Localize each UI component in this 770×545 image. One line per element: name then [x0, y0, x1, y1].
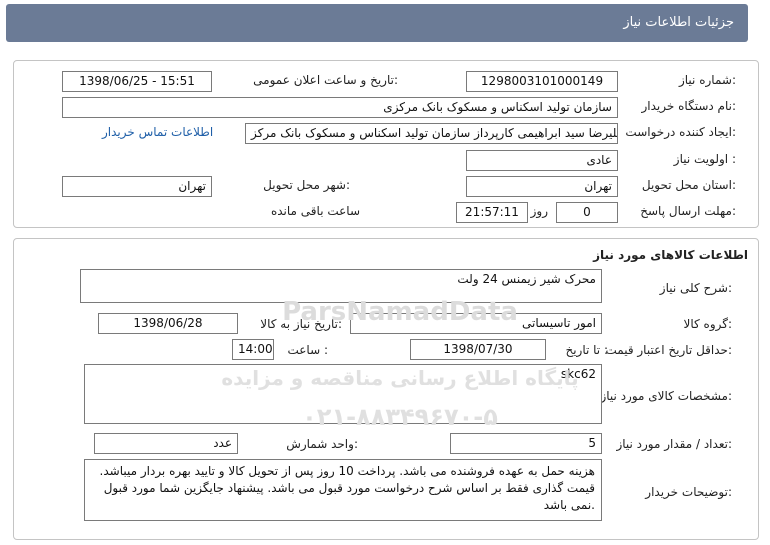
deadline-days-field: 0 — [556, 202, 618, 223]
buyer-org-field: سازمان تولید اسکناس و مسکوک بانک مرکزی — [62, 97, 618, 118]
hour-label: ساعت : — [287, 343, 328, 357]
page-header-bar: جزئیات اطلاعات نیاز — [6, 4, 748, 42]
unit-label: واحد شمارش: — [286, 437, 358, 451]
buyer-contact-link[interactable]: اطلاعات تماس خریدار — [102, 125, 213, 139]
need-info-panel: شماره نیاز: 1298003101000149 تاریخ و ساع… — [13, 60, 759, 228]
summary-field: محرک شیر زیمنس 24 ولت — [80, 269, 602, 303]
qty-label: تعداد / مقدار مورد نیاز: — [616, 437, 732, 451]
requester-label: ایجاد کننده درخواست: — [625, 125, 736, 139]
hour-field: 14:00 — [232, 339, 274, 360]
requester-field: سید علیرضا سید ابراهیمی کارپرداز سازمان … — [245, 123, 618, 144]
need-date-label: تاریخ نیاز به کالا: — [260, 317, 342, 331]
until-date-field: 1398/07/30 — [410, 339, 546, 360]
priority-field: عادی — [466, 150, 618, 171]
deadline-time-field: 21:57:11 — [456, 202, 528, 223]
priority-label: اولویت نیاز : — [673, 152, 736, 166]
province-label: استان محل تحویل: — [641, 178, 736, 192]
city-label: شهر محل تحویل: — [263, 178, 350, 192]
need-number-field: 1298003101000149 — [466, 71, 618, 92]
goods-panel: اطلاعات کالاهای مورد نیاز شرح کلی نیاز: … — [13, 238, 759, 540]
province-field: تهران — [466, 176, 618, 197]
city-field: تهران — [62, 176, 212, 197]
validity-label: حداقل تاریخ اعتبار قیمت: — [605, 343, 732, 357]
need-date-field: 1398/06/28 — [98, 313, 238, 334]
need-number-label: شماره نیاز: — [678, 73, 736, 87]
specs-field: skc62 — [84, 364, 602, 424]
group-field: امور تاسیساتی — [350, 313, 602, 334]
buyer-notes-field: هزینه حمل به عهده فروشنده می باشد. پرداخ… — [84, 459, 602, 521]
group-label: گروه کالا: — [683, 317, 733, 331]
announce-date-field: 1398/06/25 - 15:51 — [62, 71, 212, 92]
unit-field: عدد — [94, 433, 238, 454]
until-date-label: تا تاریخ : — [565, 343, 608, 357]
summary-label: شرح کلی نیاز: — [659, 281, 732, 295]
buyer-notes-label: توضیحات خریدار: — [645, 485, 732, 499]
remaining-label: ساعت باقی مانده — [270, 204, 360, 218]
specs-label: مشخصات کالای مورد نیاز: — [600, 389, 732, 403]
qty-field: 5 — [450, 433, 602, 454]
goods-section-title: اطلاعات کالاهای مورد نیاز — [593, 248, 748, 262]
deadline-label: مهلت ارسال پاسخ: — [640, 204, 736, 218]
buyer-org-label: نام دستگاه خریدار: — [641, 99, 737, 113]
announce-date-label: تاریخ و ساعت اعلان عمومی: — [253, 73, 398, 87]
page-title: جزئیات اطلاعات نیاز — [623, 15, 734, 30]
